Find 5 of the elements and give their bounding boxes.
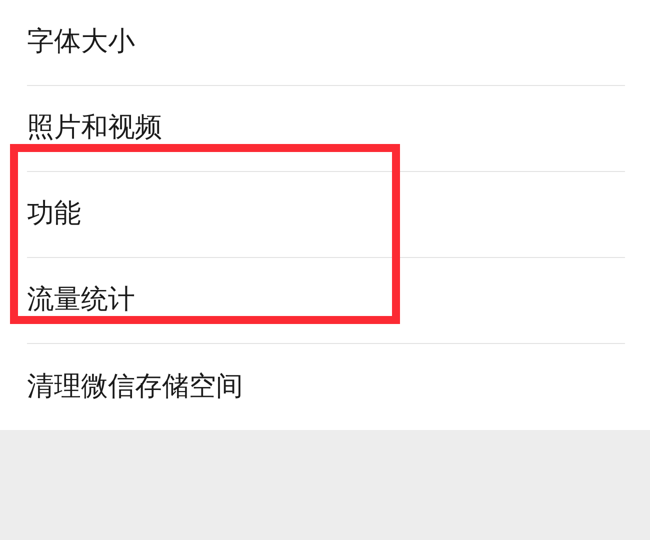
settings-item[interactable]: 清理微信存储空间 (27, 366, 243, 408)
settings-item[interactable]: 流量统计 (27, 280, 135, 321)
settings-item[interactable]: 字体大小 (27, 22, 135, 63)
settings-item[interactable]: 功能 (27, 194, 81, 235)
settings-item[interactable]: 照片和视频 (27, 108, 162, 149)
